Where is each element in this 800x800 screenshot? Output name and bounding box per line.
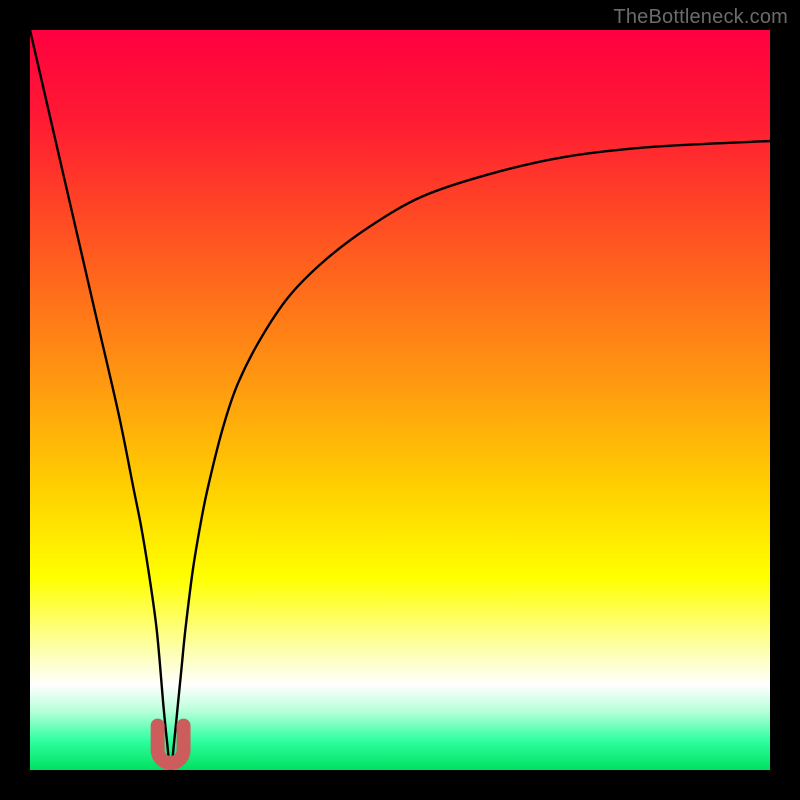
curve-layer xyxy=(30,30,770,770)
minimum-marker xyxy=(158,726,184,763)
chart-frame: TheBottleneck.com xyxy=(0,0,800,800)
watermark-text: TheBottleneck.com xyxy=(613,6,788,29)
plot-area xyxy=(30,30,770,770)
bottleneck-curve xyxy=(30,30,770,770)
